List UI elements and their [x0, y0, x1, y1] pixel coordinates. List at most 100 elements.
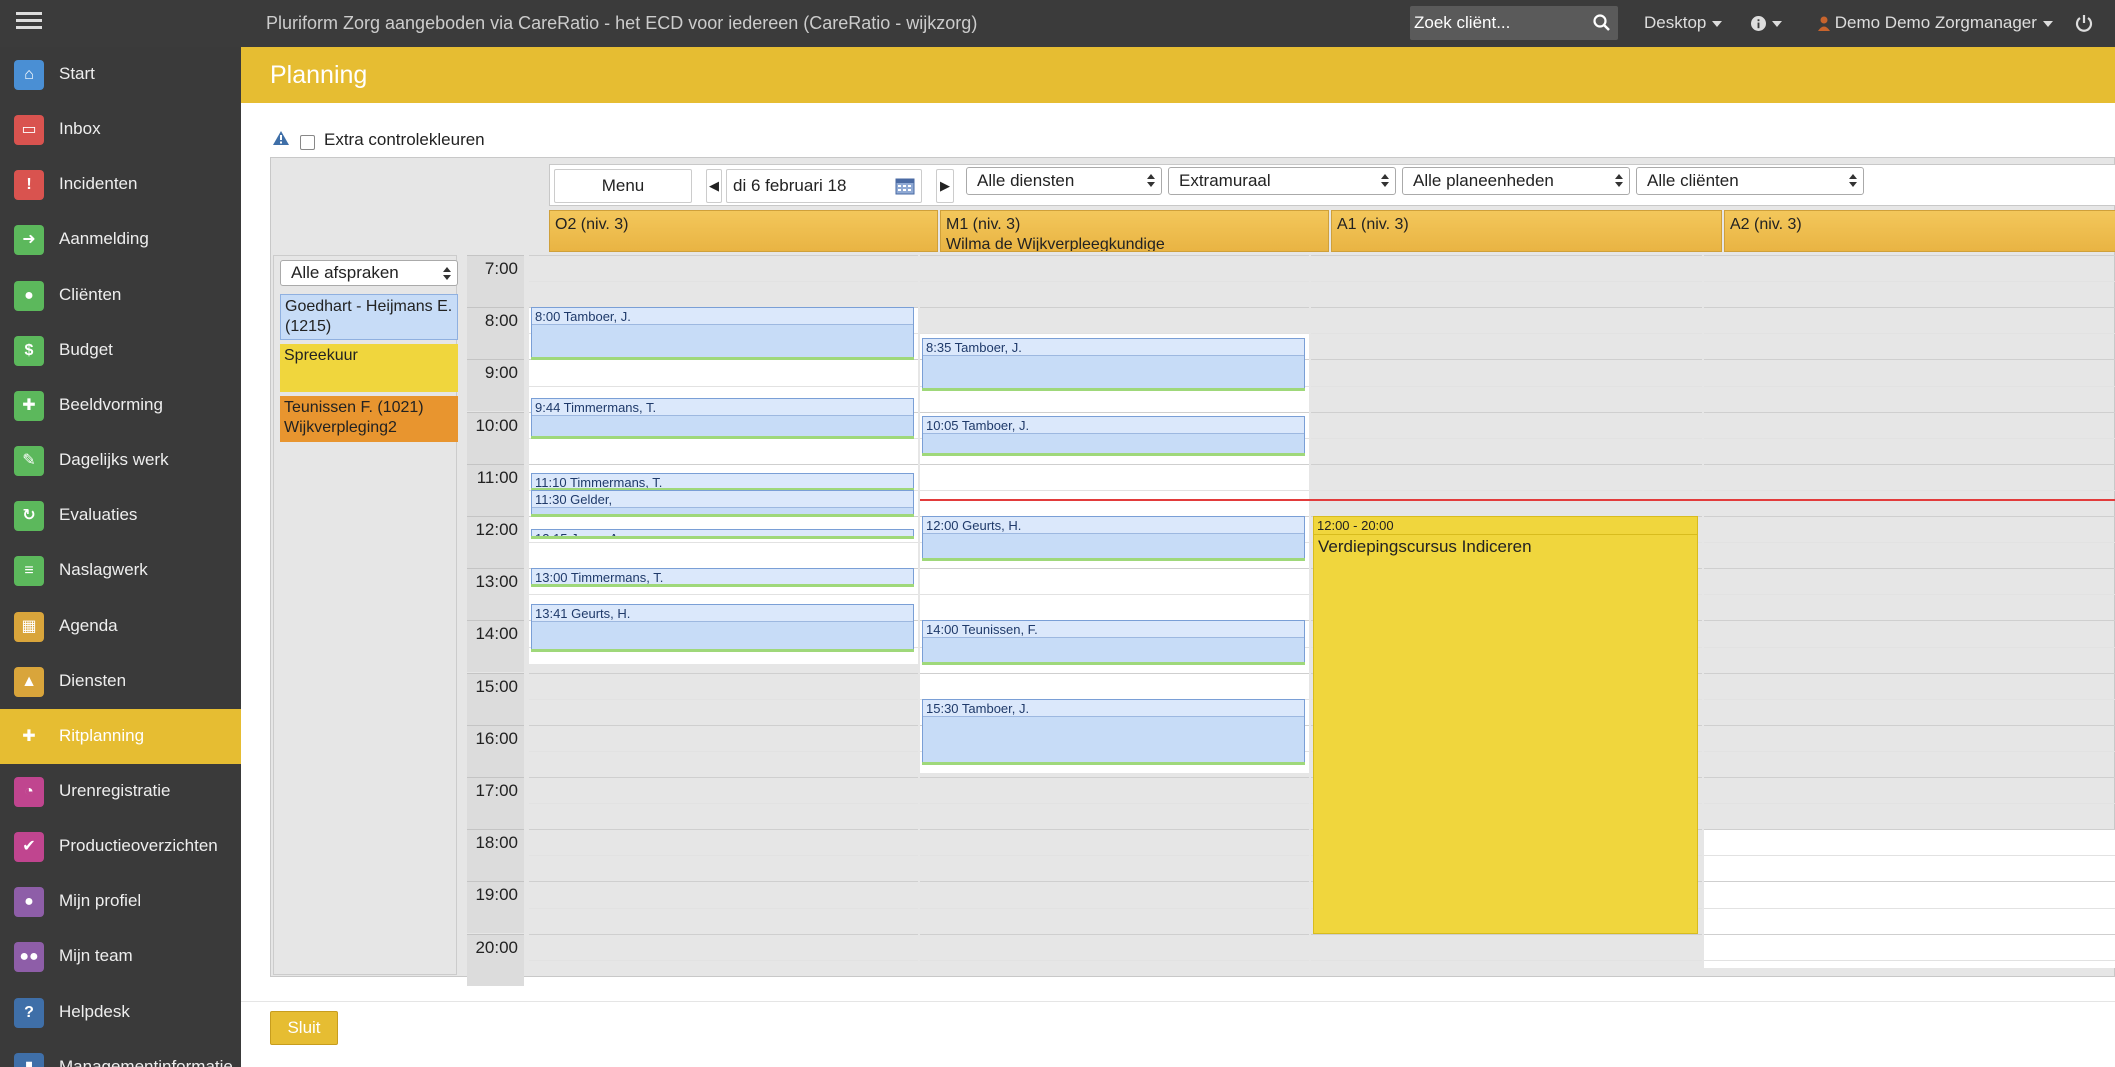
column-title: O2 (niv. 3) [555, 216, 629, 233]
appointments-filter-value: Alle afspraken [291, 263, 399, 282]
half-hour-gridline [1704, 907, 2115, 909]
half-hour-gridline [529, 698, 918, 700]
sidebar-item-managementinformatie[interactable]: ▮ Managementinformatie [0, 1040, 241, 1067]
sidebar-item-urenregistratie[interactable]: ◔ Urenregistratie [0, 764, 241, 819]
half-hour-gridline [920, 594, 1309, 596]
units-select[interactable]: Alle planeenheden [1402, 167, 1630, 195]
sidebar-item-ritplanning[interactable]: ✚ Ritplanning [0, 708, 241, 764]
time-label: 7:00 [467, 255, 524, 307]
hamburger-menu-icon[interactable] [16, 12, 42, 34]
search-icon[interactable] [1592, 13, 1612, 33]
menu-button[interactable]: Menu [554, 169, 692, 203]
sector-select-value: Extramuraal [1179, 171, 1271, 190]
close-button[interactable]: Sluit [270, 1011, 338, 1045]
appointment[interactable]: 12:00 Geurts, H. [922, 516, 1305, 560]
desktop-menu[interactable]: Desktop [1644, 13, 1723, 33]
user-icon: ● [14, 887, 44, 918]
half-hour-gridline [1311, 385, 1702, 387]
sidebar-item-aanmelding[interactable]: ➜ Aanmelding [0, 212, 241, 267]
user-menu[interactable]: Demo Demo Zorgmanager [1818, 13, 2053, 33]
page-header: Planning [241, 47, 2115, 103]
prev-day-button[interactable]: ◀ [706, 169, 722, 203]
sidebar-item-diensten[interactable]: ▲ Diensten [0, 654, 241, 709]
hour-gridline [1704, 463, 2115, 465]
appointment[interactable]: 8:35 Tamboer, J. [922, 337, 1305, 390]
sidebar-item-agenda[interactable]: ▦ Agenda [0, 599, 241, 654]
sidebar-item-incidenten[interactable]: ! Incidenten [0, 157, 241, 212]
appointment[interactable]: 9:44 Timmermans, T. [531, 397, 914, 438]
appointment[interactable]: 15:30 Tamboer, J. [922, 698, 1305, 764]
sidebar-item-evaluaties[interactable]: ↻ Evaluaties [0, 488, 241, 543]
hour-gridline [1704, 255, 2115, 256]
hour-gridline [920, 463, 1309, 465]
money-icon: $ [14, 335, 44, 366]
info-menu[interactable] [1751, 13, 1782, 33]
column-header-a2: A2 (niv. 3) [1724, 210, 2115, 252]
sidebar-item-mijn-team[interactable]: ●● Mijn team [0, 929, 241, 984]
sidebar-item-label: Start [59, 64, 95, 83]
sidebar-item-start[interactable]: ⌂ Start [0, 47, 241, 102]
appointment[interactable]: 14:00 Teunissen, F. [922, 620, 1305, 664]
sidebar-item-label: Productieoverzichten [59, 836, 218, 856]
select-arrows-icon [1849, 172, 1857, 190]
half-hour-gridline [1311, 489, 1702, 491]
sidebar-item-helpdesk[interactable]: ? Helpdesk [0, 985, 241, 1040]
filter-panel: Alle afspraken Goedhart - Heijmans E. (1… [273, 255, 458, 975]
half-hour-gridline [1704, 489, 2115, 491]
time-label: 10:00 [467, 411, 524, 464]
course-event[interactable]: 12:00 - 20:00 Verdiepingscursus Indiceren [1313, 516, 1698, 934]
day-column[interactable] [1704, 255, 2115, 975]
half-hour-gridline [1311, 281, 1702, 283]
sidebar-item-label: Aanmelding [59, 229, 149, 249]
client-search [1410, 6, 1618, 40]
clients-select[interactable]: Alle cliënten [1636, 167, 1864, 195]
sidebar-item-budget[interactable]: $ Budget [0, 323, 241, 378]
time-grid: 7:00 8:00 9:00 10:00 11:00 12:00 13:00 14:00 15:… [467, 255, 2115, 986]
sidebar-item-label: Naslagwerk [59, 560, 148, 580]
travel-time-marker [531, 357, 914, 361]
hour-gridline [529, 672, 918, 674]
hour-gridline [1311, 933, 1702, 935]
sidebar-item-naslagwerk[interactable]: ≡ Naslagwerk [0, 543, 241, 598]
sidebar-item-productieoverzichten[interactable]: ✔ Productieoverzichten [0, 819, 241, 874]
appointment[interactable]: 10:05 Tamboer, J. [922, 415, 1305, 456]
sidebar-item-mijn-profiel[interactable]: ● Mijn profiel [0, 874, 241, 929]
hour-gridline [529, 829, 918, 831]
next-day-button[interactable]: ▶ [936, 169, 954, 203]
sidebar: ⌂ Start ▭ Inbox! Incidenten ➜ Aanmelding ● Cliën… [0, 47, 241, 1067]
power-icon[interactable] [2074, 13, 2094, 33]
appointment[interactable]: 13:41 Geurts, H. [531, 603, 914, 651]
hour-gridline [1704, 359, 2115, 361]
calendar-icon[interactable] [895, 177, 915, 195]
sidebar-item-label: Mijn team [59, 946, 133, 966]
column-title: A2 (niv. 3) [1730, 216, 1802, 233]
home-icon: ⌂ [14, 60, 44, 90]
top-bar: Pluriform Zorg aangeboden via CareRatio … [0, 0, 2115, 47]
warning-icon: ! [14, 170, 44, 201]
legend-item-client[interactable]: Goedhart - Heijmans E. (1215) [280, 294, 458, 340]
appointment-label: 8:35 Tamboer, J. [923, 338, 1304, 356]
appointment-label: 10:05 Tamboer, J. [923, 416, 1304, 434]
sector-select[interactable]: Extramuraal [1168, 167, 1396, 195]
date-field[interactable]: di 6 februari 18 [726, 169, 922, 203]
appointment[interactable]: 11:30 Gelder, [531, 489, 914, 516]
search-input[interactable] [1414, 9, 1584, 37]
services-select[interactable]: Alle diensten [966, 167, 1162, 195]
appointment-label: 15:30 Tamboer, J. [923, 699, 1304, 717]
sidebar-item-cliënten[interactable]: ● Cliënten [0, 268, 241, 323]
half-hour-gridline [1704, 385, 2115, 387]
sidebar-item-beeldvorming[interactable]: ✚ Beeldvorming [0, 378, 241, 433]
legend-item-wijkverpleging[interactable]: Teunissen F. (1021) Wijkverpleging2 [280, 396, 458, 442]
sidebar-item-dagelijks-werk[interactable]: ✎ Dagelijks werk [0, 433, 241, 488]
half-hour-gridline [1704, 542, 2115, 544]
appointment[interactable]: 8:00 Tamboer, J. [531, 307, 914, 360]
hour-gridline [920, 777, 1309, 778]
sidebar-item-inbox[interactable]: ▭ Inbox [0, 102, 241, 157]
travel-time-marker [922, 453, 1305, 457]
available-slot[interactable] [1704, 829, 2115, 969]
legend-item-spreekuur[interactable]: Spreekuur [280, 344, 458, 392]
sidebar-item-label: Inbox [59, 119, 101, 139]
appointments-filter-select[interactable]: Alle afspraken [280, 260, 458, 286]
services-select-value: Alle diensten [977, 171, 1075, 190]
extra-colors-checkbox[interactable] [300, 135, 315, 150]
